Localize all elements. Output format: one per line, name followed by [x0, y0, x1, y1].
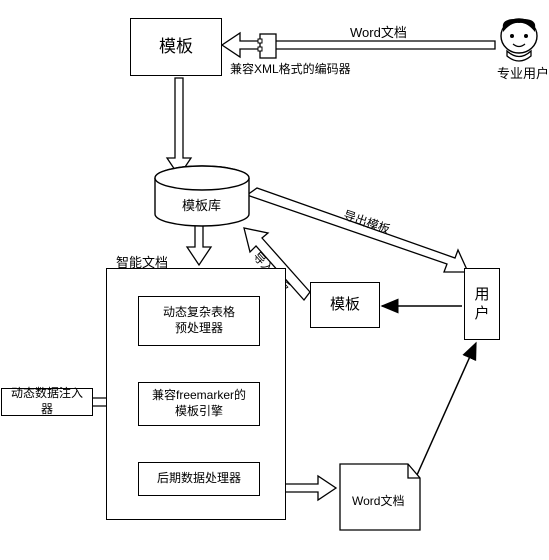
- node-engine: 兼容freemarker的 模板引擎: [138, 382, 260, 426]
- node-postprocessor-label: 后期数据处理器: [157, 471, 241, 487]
- node-template-top: 模板: [130, 18, 222, 76]
- label-encoder: 兼容XML格式的编码器: [230, 60, 351, 77]
- label-pro-user: 专业用户: [497, 63, 549, 82]
- label-smart-doc-title: 智能文档: [116, 252, 168, 271]
- label-word-doc-top-text: Word文档: [350, 25, 407, 40]
- node-user: 用 户: [464, 268, 500, 340]
- node-preprocessor-label: 动态复杂表格 预处理器: [163, 305, 235, 336]
- label-export-template: 导出模板: [341, 206, 392, 238]
- node-template-top-label: 模板: [159, 36, 193, 58]
- label-word-doc-top: Word文档: [350, 22, 407, 41]
- label-pro-user-text: 专业用户: [497, 66, 549, 81]
- label-word-doc-bottom-text: Word文档: [352, 494, 404, 508]
- node-template-mid-label: 模板: [330, 295, 360, 315]
- label-template-repo-text: 模板库: [182, 198, 221, 213]
- node-user-label: 用 户: [474, 285, 489, 324]
- node-template-mid: 模板: [310, 282, 380, 328]
- label-template-repo: 模板库: [182, 195, 221, 214]
- label-encoder-text: 兼容XML格式的编码器: [230, 62, 351, 76]
- label-word-doc-bottom: Word文档: [352, 492, 404, 509]
- node-preprocessor: 动态复杂表格 预处理器: [138, 296, 260, 346]
- node-postprocessor: 后期数据处理器: [138, 462, 260, 496]
- label-export-template-text: 导出模板: [342, 208, 392, 237]
- node-data-injector-label: 动态数据注入器: [6, 386, 88, 417]
- node-engine-label: 兼容freemarker的 模板引擎: [152, 388, 246, 419]
- label-smart-doc-title-text: 智能文档: [116, 255, 168, 270]
- node-data-injector: 动态数据注入器: [1, 388, 93, 416]
